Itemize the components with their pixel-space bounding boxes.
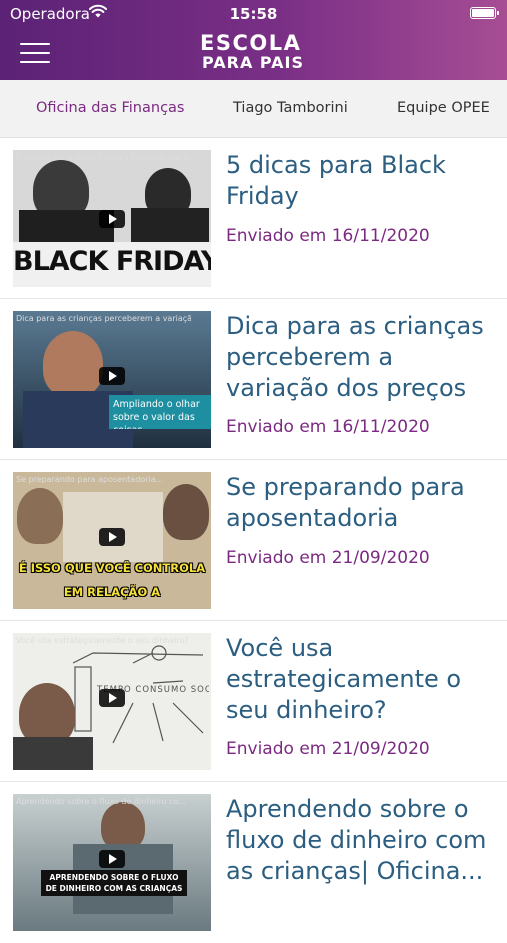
play-icon bbox=[99, 850, 125, 868]
status-bar: Operadora 15:58 bbox=[0, 0, 507, 28]
play-icon bbox=[99, 367, 125, 385]
thumbnail-caption: Dica para as crianças perceberem a varia… bbox=[16, 314, 191, 323]
video-date: Enviado em 21/09/2020 bbox=[226, 739, 430, 759]
thumbnail-overlay-text: É ISSO QUE VOCÊ CONTROLA EM RELAÇÃO A AP… bbox=[18, 561, 206, 599]
video-date: Enviado em 16/11/2020 bbox=[226, 226, 430, 246]
video-date: Enviado em 16/11/2020 bbox=[226, 417, 430, 437]
hamburger-menu-icon[interactable] bbox=[20, 43, 50, 63]
battery-icon bbox=[470, 7, 499, 19]
video-item[interactable]: Se preparando para aposentadoria... É IS… bbox=[0, 460, 507, 621]
play-icon bbox=[99, 689, 125, 707]
video-item[interactable]: Aprendendo sobre o fluxo de dinheiro co.… bbox=[0, 782, 507, 943]
video-thumbnail: Dica para as crianças perceberem a varia… bbox=[13, 311, 211, 448]
video-title: 5 dicas para Black Friday bbox=[226, 151, 446, 210]
thumbnail-overlay-text: BLACK FRIDAY bbox=[13, 246, 211, 277]
tab-equipe-opee[interactable]: Equipe OPEE bbox=[397, 100, 490, 116]
thumbnail-caption: Você usa estrategicamente o seu dinheiro… bbox=[16, 636, 191, 645]
thumbnail-caption: Aprendendo sobre o fluxo de dinheiro co.… bbox=[16, 797, 186, 806]
category-tabs: Oficina das Finanças Tiago Tamborini Equ… bbox=[0, 80, 507, 138]
logo-line1: ESCOLA bbox=[200, 31, 302, 55]
clock: 15:58 bbox=[229, 5, 278, 23]
thumbnail-overlay-text: Ampliando o olhar sobre o valor das cois… bbox=[109, 395, 211, 429]
thumbnail-overlay-text: APRENDENDO SOBRE O FLUXO DE DINHEIRO COM… bbox=[41, 870, 187, 896]
app-header: Operadora 15:58 ESCOLA PARA PAIS bbox=[0, 0, 507, 80]
video-title: Aprendendo sobre o fluxo de dinheiro com… bbox=[226, 795, 487, 885]
video-thumbnail: Se preparando para aposentadoria... É IS… bbox=[13, 472, 211, 609]
logo-line2: PARA PAIS bbox=[202, 53, 305, 72]
play-icon bbox=[99, 210, 125, 228]
video-item[interactable]: 5 dicas para a Black Friday | Dinheiro p… bbox=[0, 138, 507, 299]
tab-tiago-tamborini[interactable]: Tiago Tamborini bbox=[233, 100, 348, 116]
video-date: Enviado em 21/09/2020 bbox=[226, 548, 430, 568]
thumbnail-caption: 5 dicas para a Black Friday | Dinheiro p… bbox=[16, 153, 191, 162]
video-thumbnail: Aprendendo sobre o fluxo de dinheiro co.… bbox=[13, 794, 211, 931]
video-title: Você usa estrategicamente o seu dinheiro… bbox=[226, 634, 462, 724]
video-title: Se preparando para aposentadoria bbox=[226, 473, 465, 532]
video-item[interactable]: Dica para as crianças perceberem a varia… bbox=[0, 299, 507, 460]
app-logo: ESCOLA PARA PAIS bbox=[200, 32, 310, 74]
tab-oficina-financas[interactable]: Oficina das Finanças bbox=[36, 100, 184, 116]
video-item[interactable]: Você usa estrategicamente o seu dinheiro… bbox=[0, 621, 507, 782]
thumbnail-caption: Se preparando para aposentadoria... bbox=[16, 475, 164, 484]
video-thumbnail: Você usa estrategicamente o seu dinheiro… bbox=[13, 633, 211, 770]
video-thumbnail: 5 dicas para a Black Friday | Dinheiro p… bbox=[13, 150, 211, 287]
video-title: Dica para as crianças perceberem a varia… bbox=[226, 312, 484, 402]
play-icon bbox=[99, 528, 125, 546]
